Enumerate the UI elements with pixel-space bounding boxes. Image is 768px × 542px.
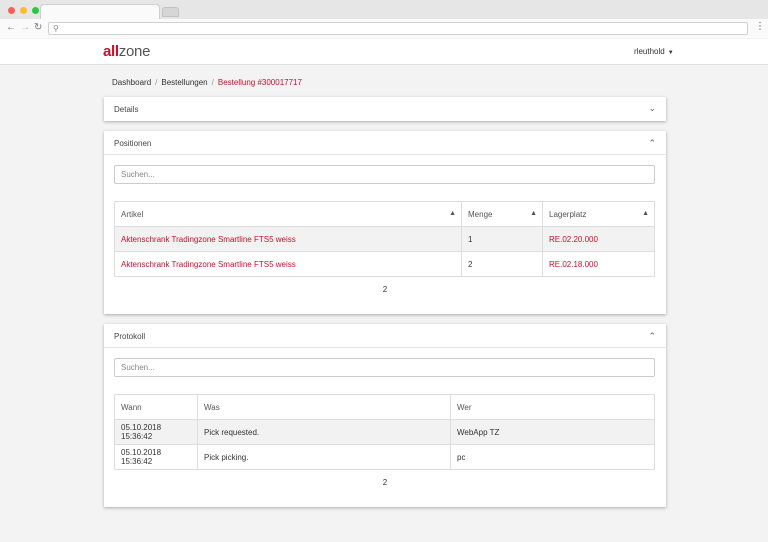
cell-wann: 05.10.2018 15:36:42 xyxy=(114,444,198,470)
cell-menge: 1 xyxy=(461,226,543,252)
breadcrumb-separator: / xyxy=(155,78,158,87)
column-label: Artikel xyxy=(121,209,144,219)
sort-icon[interactable]: ▲ xyxy=(449,210,456,217)
protokoll-search-input[interactable] xyxy=(114,358,655,377)
cell-was: Pick picking. xyxy=(197,444,451,470)
column-header-menge[interactable]: Menge ▲ xyxy=(461,201,543,227)
column-header-wann[interactable]: Wann xyxy=(114,394,198,420)
column-header-lagerplatz[interactable]: Lagerplatz ▲ xyxy=(542,201,655,227)
breadcrumb-separator: / xyxy=(211,78,214,87)
cell-wann: 05.10.2018 15:36:42 xyxy=(114,419,198,445)
breadcrumb-bestellungen[interactable]: Bestellungen xyxy=(161,78,207,87)
positionen-panel: Positionen ⌃ Artikel ▲ Menge ▲ Lagerplatz ▲… xyxy=(104,131,666,314)
breadcrumb: Dashboard / Bestellungen / Bestellung #30001… xyxy=(112,78,302,87)
browser-nav-bar: ← → ↻ ⚲ ⋮ xyxy=(0,19,768,38)
positionen-table: Artikel ▲ Menge ▲ Lagerplatz ▲ Aktenschrank… xyxy=(114,201,655,277)
page-button[interactable]: 2 xyxy=(383,285,387,294)
table-header-row: Artikel ▲ Menge ▲ Lagerplatz ▲ xyxy=(114,201,655,227)
forward-arrow-icon[interactable]: → xyxy=(20,22,30,34)
protokoll-pagination: 2 xyxy=(104,478,666,487)
positionen-panel-header[interactable]: Positionen ⌃ xyxy=(104,131,666,155)
logo-part-b: zone xyxy=(118,43,151,60)
chevron-up-icon[interactable]: ⌃ xyxy=(648,138,656,149)
page-button[interactable]: 2 xyxy=(383,478,387,487)
reload-icon[interactable]: ↻ xyxy=(34,22,42,34)
breadcrumb-dashboard[interactable]: Dashboard xyxy=(112,78,151,87)
app-header: allzone rleuthold ▼ xyxy=(0,39,768,65)
column-header-was[interactable]: Was xyxy=(197,394,451,420)
new-tab-button[interactable] xyxy=(162,7,179,17)
allzone-logo[interactable]: allzone xyxy=(103,43,150,61)
protokoll-table: Wann Was Wer 05.10.2018 15:36:42 Pick re… xyxy=(114,394,655,470)
caret-down-icon: ▼ xyxy=(667,50,674,56)
user-menu[interactable]: rleuthold ▼ xyxy=(634,47,674,56)
close-window-button[interactable] xyxy=(8,7,15,14)
column-label: Menge xyxy=(468,209,493,219)
cell-was: Pick requested. xyxy=(197,419,451,445)
cell-menge: 2 xyxy=(461,251,543,277)
browser-chrome: ← → ↻ ⚲ ⋮ xyxy=(0,0,768,38)
column-header-artikel[interactable]: Artikel ▲ xyxy=(114,201,462,227)
window-controls xyxy=(8,7,39,14)
protokoll-panel: Protokoll ⌃ Wann Was Wer 05.10.2018 15:3… xyxy=(104,324,666,507)
details-panel: Details ⌄ xyxy=(104,97,666,121)
minimize-window-button[interactable] xyxy=(20,7,27,14)
maximize-window-button[interactable] xyxy=(32,7,39,14)
search-icon: ⚲ xyxy=(53,24,59,33)
positionen-search-input[interactable] xyxy=(114,165,655,184)
breadcrumb-current: Bestellung #300017717 xyxy=(217,78,302,87)
sort-icon[interactable]: ▲ xyxy=(642,210,649,217)
table-header-row: Wann Was Wer xyxy=(114,394,655,420)
chevron-down-icon[interactable]: ⌄ xyxy=(648,103,656,114)
browser-tab[interactable] xyxy=(40,4,160,19)
table-row[interactable]: 05.10.2018 15:36:42 Pick requested. WebA… xyxy=(114,419,655,445)
cell-wer: pc xyxy=(450,444,655,470)
cell-artikel[interactable]: Aktenschrank Tradingzone Smartline FTS5 … xyxy=(114,226,462,252)
sort-icon[interactable]: ▲ xyxy=(530,210,537,217)
details-panel-header[interactable]: Details ⌄ xyxy=(104,97,666,121)
column-header-wer[interactable]: Wer xyxy=(450,394,655,420)
browser-menu-icon[interactable]: ⋮ xyxy=(755,21,765,32)
details-title: Details xyxy=(114,105,139,114)
back-arrow-icon[interactable]: ← xyxy=(6,22,16,34)
table-row[interactable]: 05.10.2018 15:36:42 Pick picking. pc xyxy=(114,444,655,470)
user-name: rleuthold xyxy=(634,47,665,56)
protokoll-panel-header[interactable]: Protokoll ⌃ xyxy=(104,324,666,348)
cell-artikel[interactable]: Aktenschrank Tradingzone Smartline FTS5 … xyxy=(114,251,462,277)
positionen-pagination: 2 xyxy=(104,285,666,294)
cell-wer: WebApp TZ xyxy=(450,419,655,445)
column-label: Lagerplatz xyxy=(549,209,587,219)
protokoll-title: Protokoll xyxy=(114,332,146,341)
logo-part-a: all xyxy=(103,43,119,60)
url-bar[interactable]: ⚲ xyxy=(48,22,748,35)
cell-lagerplatz[interactable]: RE.02.18.000 xyxy=(542,251,655,277)
chevron-up-icon[interactable]: ⌃ xyxy=(648,331,656,342)
table-row[interactable]: Aktenschrank Tradingzone Smartline FTS5 … xyxy=(114,226,655,252)
cell-lagerplatz[interactable]: RE.02.20.000 xyxy=(542,226,655,252)
table-row[interactable]: Aktenschrank Tradingzone Smartline FTS5 … xyxy=(114,251,655,277)
positionen-title: Positionen xyxy=(114,139,152,148)
